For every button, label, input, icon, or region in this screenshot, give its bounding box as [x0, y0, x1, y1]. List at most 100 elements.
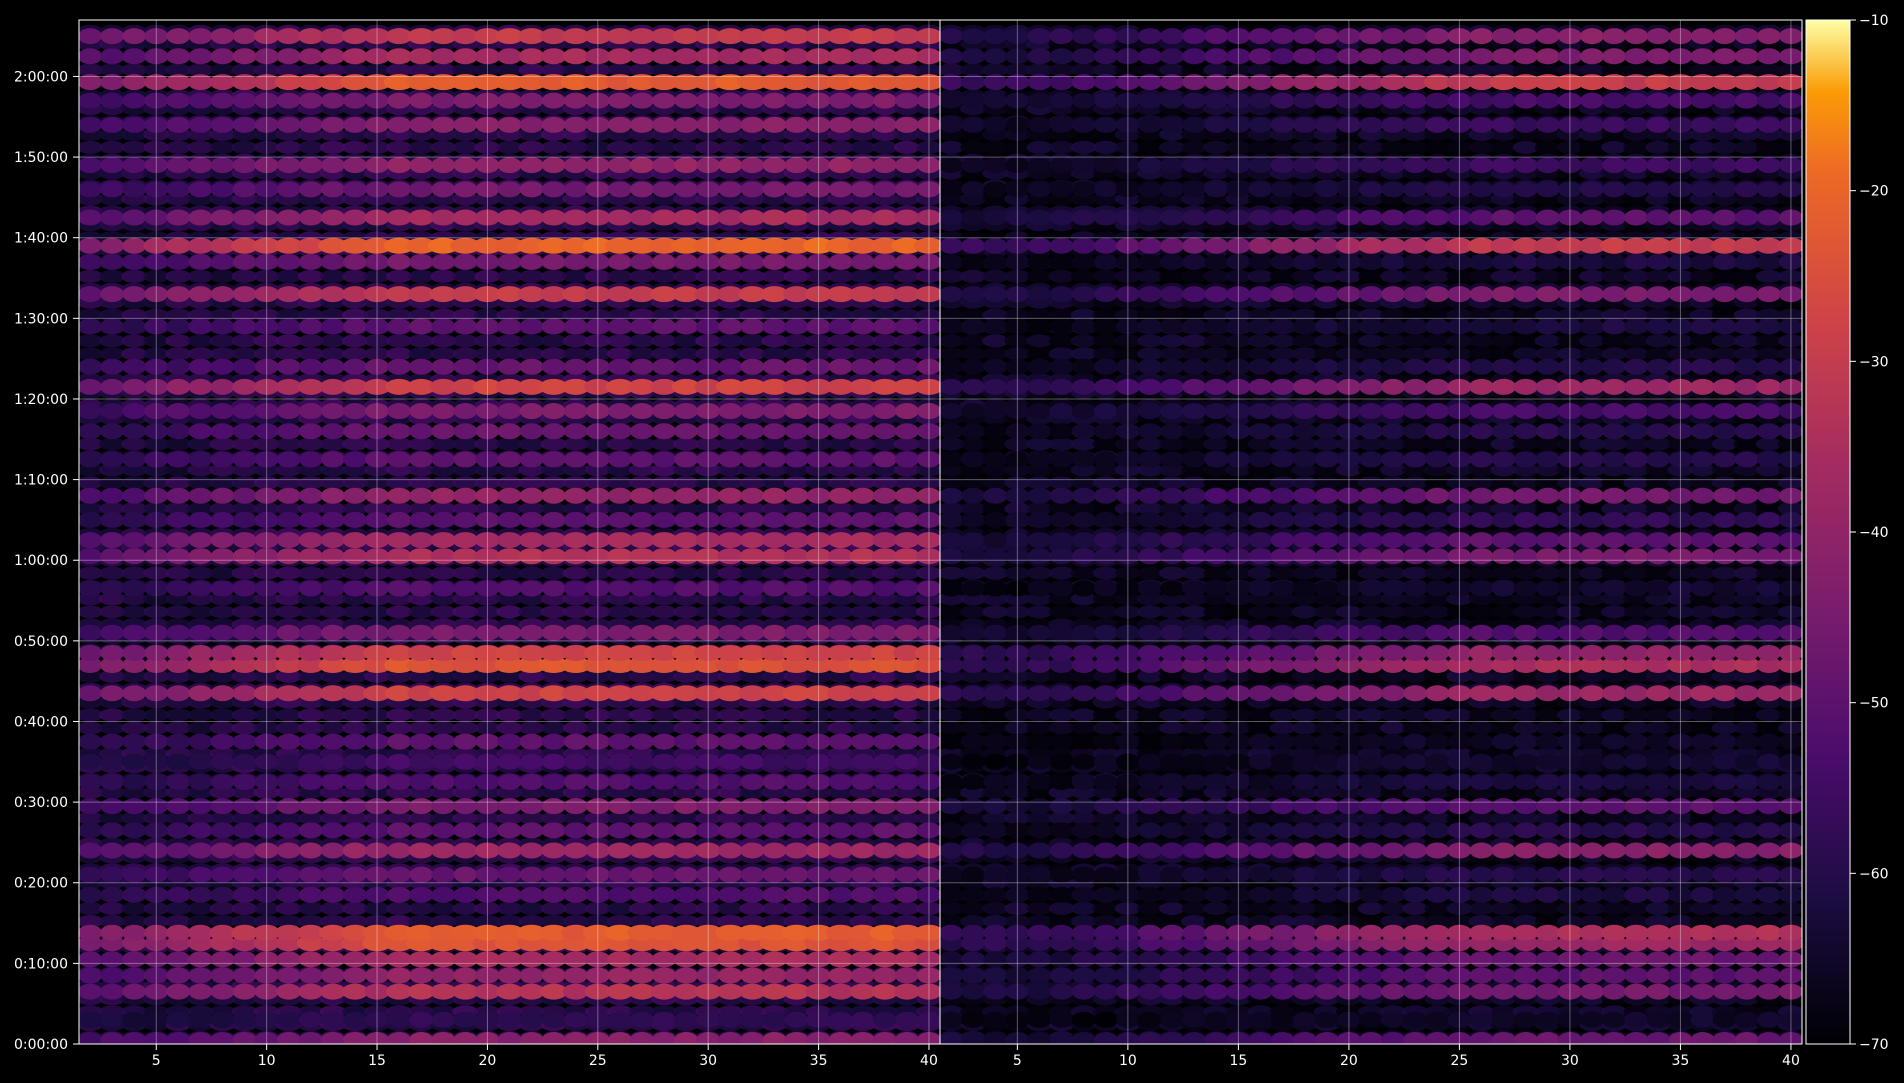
heat-cell — [188, 181, 213, 198]
heat-cell — [519, 1011, 544, 1028]
heat-cell — [871, 48, 898, 65]
heat-cell — [740, 253, 765, 270]
heat-cell — [210, 286, 235, 303]
heat-cell — [320, 1031, 345, 1044]
heat-cell — [519, 753, 544, 770]
heat-cell — [100, 967, 125, 984]
heat-cell — [784, 92, 809, 109]
heat-cell — [827, 48, 854, 65]
heat-cell — [541, 886, 566, 903]
heat-cell — [188, 580, 213, 597]
heat-cell — [79, 624, 103, 641]
heat-cell — [122, 423, 147, 440]
heat-cell — [740, 773, 765, 790]
heat-cell — [673, 157, 699, 174]
heat-cell — [784, 842, 809, 859]
heat-cell — [276, 580, 301, 597]
heat-cell — [122, 209, 147, 226]
heat-cell — [894, 967, 919, 984]
heat-cell — [652, 253, 677, 270]
heat-cell — [409, 886, 434, 903]
heat-cell — [894, 866, 919, 883]
heat-cell — [652, 773, 677, 790]
heat-cell — [100, 1011, 125, 1028]
heat-cell — [762, 318, 787, 335]
heat-cell — [497, 842, 522, 859]
heat-cell — [607, 403, 632, 420]
heat-cell — [784, 451, 809, 468]
heat-cell — [276, 451, 301, 468]
heat-cell — [718, 967, 743, 984]
heat-cell — [453, 733, 478, 750]
heat-cell — [717, 842, 743, 859]
heat-cell — [563, 773, 588, 790]
heat-cell — [718, 511, 743, 528]
heat-cell — [320, 1011, 345, 1028]
heat-cell — [674, 733, 699, 750]
heat-cell — [828, 403, 853, 420]
heat-cell — [430, 209, 456, 226]
heat-cell — [122, 842, 147, 859]
heat-cell — [872, 487, 897, 504]
heat-cell — [166, 548, 191, 565]
heat-cell — [740, 181, 765, 198]
heat-cell — [740, 753, 765, 770]
heat-cell — [210, 644, 235, 661]
heat-cell — [674, 423, 699, 440]
heat-cell — [122, 1031, 147, 1044]
heat-cell — [652, 116, 677, 133]
heat-cell — [79, 116, 103, 133]
heat-cell — [320, 181, 345, 198]
heat-cell — [784, 157, 809, 174]
heat-cell — [607, 358, 632, 375]
heat-cell — [210, 378, 235, 395]
heat-cell — [872, 773, 897, 790]
heat-cell — [541, 773, 566, 790]
heat-cell — [718, 886, 743, 903]
heat-cell — [849, 532, 876, 549]
heat-cell — [541, 487, 566, 504]
heat-cell — [718, 423, 743, 440]
heat-cell — [188, 951, 213, 968]
heat-cell — [100, 951, 125, 968]
heat-cell — [718, 318, 743, 335]
heat-cell — [629, 403, 654, 420]
heat-cell — [718, 1031, 743, 1044]
heat-cell — [100, 983, 125, 1000]
heat-cell — [629, 318, 654, 335]
heat-cell — [79, 924, 103, 941]
heat-cell — [79, 886, 103, 903]
heat-cell — [606, 532, 633, 549]
heat-cell — [562, 48, 589, 65]
heat-cell — [563, 580, 588, 597]
heat-cell — [297, 28, 324, 45]
heat-cell — [431, 253, 456, 270]
heat-cell — [122, 967, 147, 984]
heat-cell — [298, 580, 323, 597]
heat-cell — [188, 773, 213, 790]
heat-cell — [740, 624, 765, 641]
heat-cell — [122, 237, 147, 254]
heat-cell — [210, 511, 235, 528]
heat-cell — [188, 685, 213, 702]
heat-cell — [718, 773, 743, 790]
heat-cell — [188, 511, 213, 528]
heat-cell — [298, 967, 323, 984]
heat-cell — [387, 822, 412, 839]
heat-cell — [453, 1031, 478, 1044]
heat-cell — [232, 866, 257, 883]
heat-cell — [607, 511, 632, 528]
heat-cell — [298, 48, 323, 65]
heat-cell — [342, 532, 368, 549]
heat-cell — [784, 624, 809, 641]
heat-cell — [762, 157, 787, 174]
heat-cell — [652, 181, 677, 198]
heat-cell — [276, 951, 301, 968]
heat-cell — [298, 511, 323, 528]
heat-cell — [652, 1031, 677, 1044]
heat-cell — [210, 733, 235, 750]
heat-cell — [386, 532, 412, 549]
heat-cell — [452, 209, 479, 226]
heat-cell — [894, 92, 919, 109]
heat-cell — [718, 358, 743, 375]
